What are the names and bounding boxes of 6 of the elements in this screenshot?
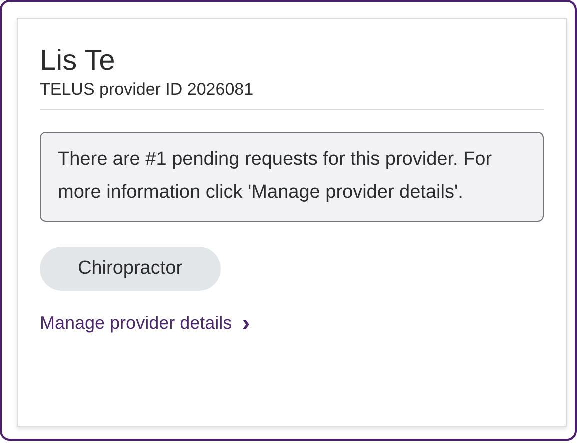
provider-id: TELUS provider ID 2026081 [40,79,544,110]
pending-requests-notice: There are #1 pending requests for this provider. For more information click 'Manage provider details'. [40,132,544,222]
manage-details-link[interactable]: Manage provider details › [40,313,250,334]
specialty-tag: Chiropractor [40,247,221,291]
provider-name: Lis Te [40,44,116,79]
chevron-icon: › [242,314,250,332]
